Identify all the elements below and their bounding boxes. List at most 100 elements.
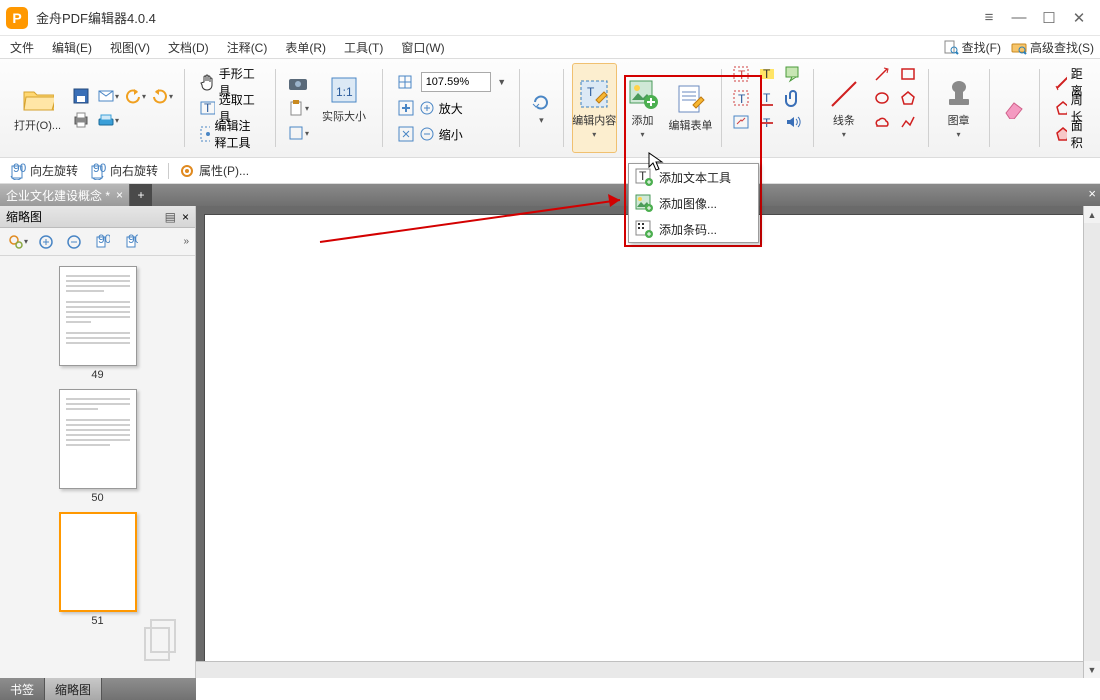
actual-size-button[interactable]: 1:1 实际大小 <box>316 72 372 126</box>
folder-open-icon <box>22 83 54 115</box>
svg-text:1:1: 1:1 <box>336 85 353 99</box>
open-button[interactable]: 打开(O)... <box>8 81 67 135</box>
text-box-tool[interactable]: T <box>729 63 753 85</box>
horizontal-scrollbar[interactable] <box>196 661 1083 678</box>
link-tool[interactable] <box>729 111 753 133</box>
advanced-find-link[interactable]: 高级查找(S) <box>1011 39 1094 56</box>
scan-button[interactable]: ▾ <box>96 109 120 131</box>
menu-file[interactable]: 文件 <box>6 37 38 58</box>
thumb-zoom-in-button[interactable] <box>34 231 58 253</box>
page-canvas[interactable]: ▲ ▼ <box>196 206 1100 678</box>
undo-button[interactable]: ▾ <box>123 85 147 107</box>
attachment-tool[interactable] <box>781 87 805 109</box>
window-close-button[interactable]: ✕ <box>1064 9 1094 27</box>
svg-text:90: 90 <box>128 234 138 246</box>
zoom-input[interactable] <box>421 72 491 92</box>
rect-shape[interactable] <box>896 63 920 85</box>
redo-button[interactable]: ▾ <box>150 85 174 107</box>
fit-page-icon <box>396 73 414 91</box>
strikeout-tool[interactable]: T <box>755 111 779 133</box>
stamp-button[interactable]: 图章▾ <box>937 63 981 153</box>
callout-tool[interactable] <box>781 63 805 85</box>
menu-tool[interactable]: 工具(T) <box>340 37 387 58</box>
menu-edit[interactable]: 编辑(E) <box>48 37 96 58</box>
print-button[interactable] <box>69 109 93 131</box>
underline-tool[interactable]: T <box>755 87 779 109</box>
panel-close-button[interactable]: × <box>182 210 189 224</box>
edit-form-icon <box>675 83 707 115</box>
email-button[interactable]: ▾ <box>96 85 120 107</box>
polygon-shape[interactable] <box>896 87 920 109</box>
menu-form[interactable]: 表单(R) <box>281 37 330 58</box>
eraser-button[interactable] <box>999 94 1029 122</box>
rotate-left-button[interactable]: 90 向左旋转 <box>8 162 78 180</box>
document-tab[interactable]: 企业文化建设概念 * × <box>0 184 130 206</box>
arrow-shape[interactable] <box>870 63 894 85</box>
fit-page-button[interactable] <box>393 71 417 93</box>
edit-form-button[interactable]: 编辑表单 <box>669 63 713 153</box>
bookmarks-tab[interactable]: 书签 <box>0 678 45 700</box>
ellipse-shape[interactable] <box>870 87 894 109</box>
zoom-dropdown-button[interactable]: ▼ <box>495 71 509 93</box>
thumbnail-50[interactable]: 50 <box>53 389 143 504</box>
thumbnails-tab[interactable]: 缩略图 <box>45 678 102 700</box>
panel-menu-button[interactable]: ▤ <box>165 210 176 224</box>
menu-window[interactable]: 窗口(W) <box>397 37 448 58</box>
edit-content-icon: T <box>578 78 610 110</box>
page-view[interactable] <box>204 214 1092 670</box>
find-link[interactable]: 查找(F) <box>943 39 1001 56</box>
add-barcode-item[interactable]: 添加条码... <box>629 216 758 242</box>
window-menu-button[interactable]: ≡ <box>974 9 1004 26</box>
callout-icon <box>784 65 802 83</box>
screenshot-button[interactable]: ▾ <box>286 122 310 144</box>
zoom-in-icon <box>397 99 415 117</box>
edit-content-button[interactable]: T 编辑内容▾ <box>572 63 616 153</box>
svg-text:T: T <box>738 92 746 106</box>
lines-button[interactable]: 线条▾ <box>822 63 866 153</box>
add-button[interactable]: 添加▾ <box>621 63 665 153</box>
thumbnails-list[interactable]: 49 50 51 <box>0 256 195 678</box>
snapshot-button[interactable] <box>286 72 310 94</box>
menu-annotation[interactable]: 注释(C) <box>223 37 272 58</box>
highlight-icon: T <box>758 65 776 83</box>
rotate-view-button[interactable] <box>529 91 553 113</box>
window-maximize-button[interactable]: ☐ <box>1034 9 1064 27</box>
scroll-down-button[interactable]: ▼ <box>1084 661 1100 678</box>
clipboard-button[interactable]: ▾ <box>286 97 310 119</box>
cloud-shape[interactable] <box>870 111 894 133</box>
underline-icon: T <box>758 89 776 107</box>
tab-close-button[interactable]: × <box>116 188 123 202</box>
advanced-find-icon <box>1011 39 1027 55</box>
thumb-zoom-out-button[interactable] <box>62 231 86 253</box>
zoom-out-button[interactable]: 缩小 <box>393 121 467 147</box>
save-button[interactable] <box>69 85 93 107</box>
new-tab-button[interactable]: + <box>130 184 152 206</box>
menu-view[interactable]: 视图(V) <box>106 37 154 58</box>
text-tool-2[interactable]: T <box>729 87 753 109</box>
properties-button[interactable]: 属性(P)... <box>179 162 249 179</box>
thumbnail-49[interactable]: 49 <box>53 266 143 381</box>
rotate-right-button[interactable]: 90 向右旋转 <box>88 162 158 180</box>
tabstrip-close-button[interactable]: × <box>1088 186 1096 201</box>
scroll-up-button[interactable]: ▲ <box>1084 206 1100 223</box>
add-text-icon: T <box>635 168 653 186</box>
menu-document[interactable]: 文档(D) <box>164 37 213 58</box>
vertical-scrollbar[interactable]: ▲ ▼ <box>1083 206 1100 678</box>
sound-tool[interactable] <box>781 111 805 133</box>
highlight-tool[interactable]: T <box>755 63 779 85</box>
add-image-item[interactable]: 添加图像... <box>629 190 758 216</box>
zoom-in-button[interactable]: 放大 <box>393 95 467 121</box>
workspace: 缩略图 ▤ × ▾ 90 90 » 49 50 51 <box>0 206 1100 678</box>
polyline-shape[interactable] <box>896 111 920 133</box>
window-minimize-button[interactable]: — <box>1004 9 1034 26</box>
plus-circle-icon <box>419 100 435 116</box>
annotation-edit-tool-button[interactable]: 编辑注释工具 <box>195 121 266 147</box>
thumbnail-51[interactable]: 51 <box>53 512 143 627</box>
add-text-tool-item[interactable]: T 添加文本工具 <box>629 164 758 190</box>
svg-text:90: 90 <box>93 162 106 175</box>
area-button[interactable]: 面积 <box>1050 121 1092 147</box>
thumb-rotate-cw-button[interactable]: 90 <box>118 231 142 253</box>
thumb-rotate-ccw-button[interactable]: 90 <box>90 231 114 253</box>
thumb-menu-chevron[interactable]: » <box>183 236 189 247</box>
thumb-settings-button[interactable]: ▾ <box>6 231 30 253</box>
